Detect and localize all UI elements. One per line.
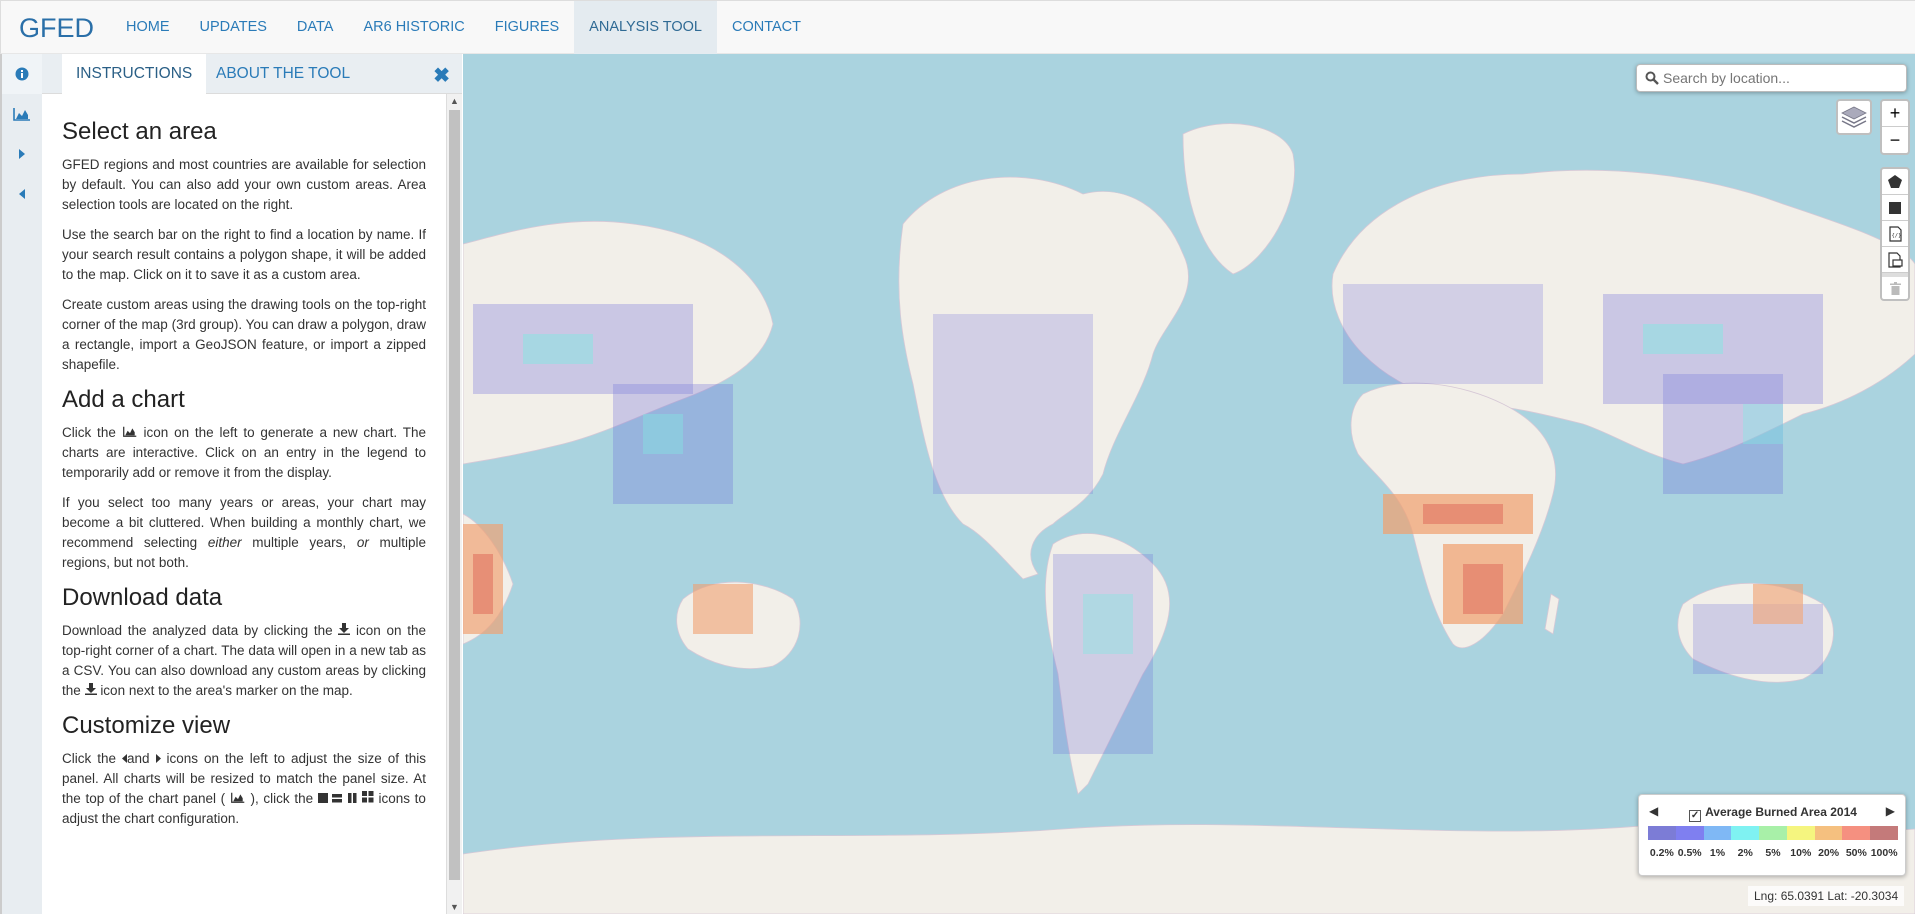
shapefile-import-icon <box>1887 251 1903 268</box>
scroll-thumb[interactable] <box>449 110 460 880</box>
draw-polygon-button[interactable] <box>1882 169 1908 195</box>
zoom-control: + − <box>1880 99 1910 155</box>
legend-label: 20% <box>1818 847 1840 859</box>
svg-text:{/}: {/} <box>1891 233 1901 239</box>
legend-swatch <box>1703 826 1732 840</box>
paragraph: Click the icon on the left to generate a… <box>62 425 426 480</box>
legend-label: 0.5% <box>1677 847 1702 859</box>
legend-label: 10% <box>1790 847 1812 859</box>
section-title-add-chart: Add a chart <box>62 386 185 413</box>
expand-right-icon <box>19 149 25 159</box>
sidebar-tab-bar <box>0 54 42 914</box>
tab-instructions[interactable]: INSTRUCTIONS <box>62 54 207 94</box>
download-icon <box>84 683 97 695</box>
legend-color-scale <box>1648 826 1899 840</box>
caret-right-icon <box>155 754 161 763</box>
sidebar-tab-chart[interactable] <box>2 94 42 134</box>
draw-rectangle-button[interactable] <box>1882 195 1908 221</box>
legend-swatch <box>1731 826 1760 840</box>
nav-data[interactable]: DATA <box>282 1 349 54</box>
close-panel-button[interactable]: ✖ <box>433 63 450 88</box>
legend-label: 50% <box>1845 847 1867 859</box>
rectangle-icon <box>1889 201 1901 214</box>
scroll-up-icon[interactable]: ▲ <box>447 94 462 108</box>
layout-single-icon <box>317 793 328 803</box>
paragraph: GFED regions and most countries are avai… <box>62 157 426 212</box>
legend-labels: 0.2% 0.5% 1% 2% 5% 10% 20% 50% 100% <box>1648 847 1898 859</box>
panel-tabs: INSTRUCTIONS ABOUT THE TOOL ✖ <box>42 54 462 94</box>
search-input[interactable] <box>1663 68 1898 88</box>
section-title-customize-view: Customize view <box>62 712 231 739</box>
nav-figures[interactable]: FIGURES <box>480 1 574 54</box>
legend-label: 0.2% <box>1649 847 1674 859</box>
madagascar-shape <box>1544 593 1560 635</box>
legend-label: 100% <box>1870 847 1898 859</box>
nav-contact[interactable]: CONTACT <box>717 1 816 54</box>
chart-icon <box>13 108 30 121</box>
sidebar-tab-info[interactable] <box>2 54 42 94</box>
legend-swatch <box>1675 826 1704 840</box>
legend-label: 5% <box>1765 847 1781 859</box>
draw-toolbar: {/} <box>1880 167 1910 301</box>
layout-columns-icon <box>348 793 357 803</box>
nav-ar6-historic[interactable]: AR6 HISTORIC <box>348 1 479 54</box>
sidebar: INSTRUCTIONS ABOUT THE TOOL ✖ Select an … <box>0 54 462 914</box>
chart-icon <box>122 426 136 437</box>
nav-menu: HOME UPDATES DATA AR6 HISTORIC FIGURES A… <box>111 1 816 54</box>
paragraph: If you select too many years or areas, y… <box>62 495 426 570</box>
map-legend: ◀ ✓ Average Burned Area 2014 ▶ 0.2% 0.5% … <box>1638 794 1906 876</box>
legend-checkbox[interactable]: ✓ <box>1689 810 1702 822</box>
info-icon <box>15 67 29 81</box>
brand-logo[interactable]: GFED <box>19 13 94 44</box>
top-navbar: GFED HOME UPDATES DATA AR6 HISTORIC FIGU… <box>0 0 1915 54</box>
collapse-left-icon <box>19 189 25 199</box>
layers-icon <box>1841 106 1867 128</box>
instructions-content: Select an area GFED regions and most cou… <box>62 109 426 914</box>
paragraph: Click the and icons on the left to adjus… <box>62 751 426 826</box>
sidebar-tab-expand[interactable] <box>2 134 42 174</box>
layout-rows-icon <box>332 794 343 803</box>
map-view[interactable] <box>463 54 1915 914</box>
legend-label: 2% <box>1737 847 1753 859</box>
nav-analysis-tool[interactable]: ANALYSIS TOOL <box>574 1 717 54</box>
sidebar-tab-collapse[interactable] <box>2 174 42 214</box>
greenland-shape <box>1182 123 1295 275</box>
polygon-icon <box>1888 175 1902 188</box>
legend-swatch <box>1648 826 1676 840</box>
legend-swatch <box>1786 826 1815 840</box>
legend-swatch <box>1870 826 1899 840</box>
legend-label: 1% <box>1709 847 1726 859</box>
legend-swatch <box>1842 826 1871 840</box>
zoom-in-button[interactable]: + <box>1882 101 1908 127</box>
paragraph: Use the search bar on the right to find … <box>62 227 426 282</box>
scroll-down-icon[interactable]: ▼ <box>447 900 462 914</box>
world-map <box>463 123 1915 914</box>
cursor-coordinates: Lng: 65.0391 Lat: -20.3034 <box>1748 886 1905 906</box>
nav-updates[interactable]: UPDATES <box>185 1 282 54</box>
location-search[interactable] <box>1636 64 1907 92</box>
legend-swatch <box>1759 826 1787 840</box>
section-title-download-data: Download data <box>62 584 223 611</box>
section-title-select-area: Select an area <box>62 118 217 145</box>
nav-home[interactable]: HOME <box>111 1 185 54</box>
tab-about-the-tool[interactable]: ABOUT THE TOOL <box>202 54 364 94</box>
import-geojson-button[interactable]: {/} <box>1882 221 1908 247</box>
search-icon <box>1645 71 1659 85</box>
delete-shape-button[interactable] <box>1882 273 1908 299</box>
zoom-out-button[interactable]: − <box>1882 127 1908 153</box>
paragraph: Create custom areas using the drawing to… <box>62 297 426 372</box>
layout-grid-icon <box>361 791 374 803</box>
chart-icon <box>230 792 245 803</box>
trash-icon <box>1889 281 1901 295</box>
paragraph: Download the analyzed data by clicking t… <box>62 623 426 698</box>
layers-control[interactable] <box>1836 99 1872 135</box>
legend-next-button[interactable]: ▶ <box>1886 804 1895 818</box>
import-shapefile-button[interactable] <box>1882 247 1908 273</box>
legend-title: ✓ Average Burned Area 2014 <box>1689 805 1857 822</box>
legend-swatch <box>1814 826 1843 840</box>
geojson-import-icon: {/} <box>1888 225 1902 242</box>
panel-scrollbar[interactable]: ▲ ▼ <box>446 94 462 914</box>
download-icon <box>338 623 351 635</box>
